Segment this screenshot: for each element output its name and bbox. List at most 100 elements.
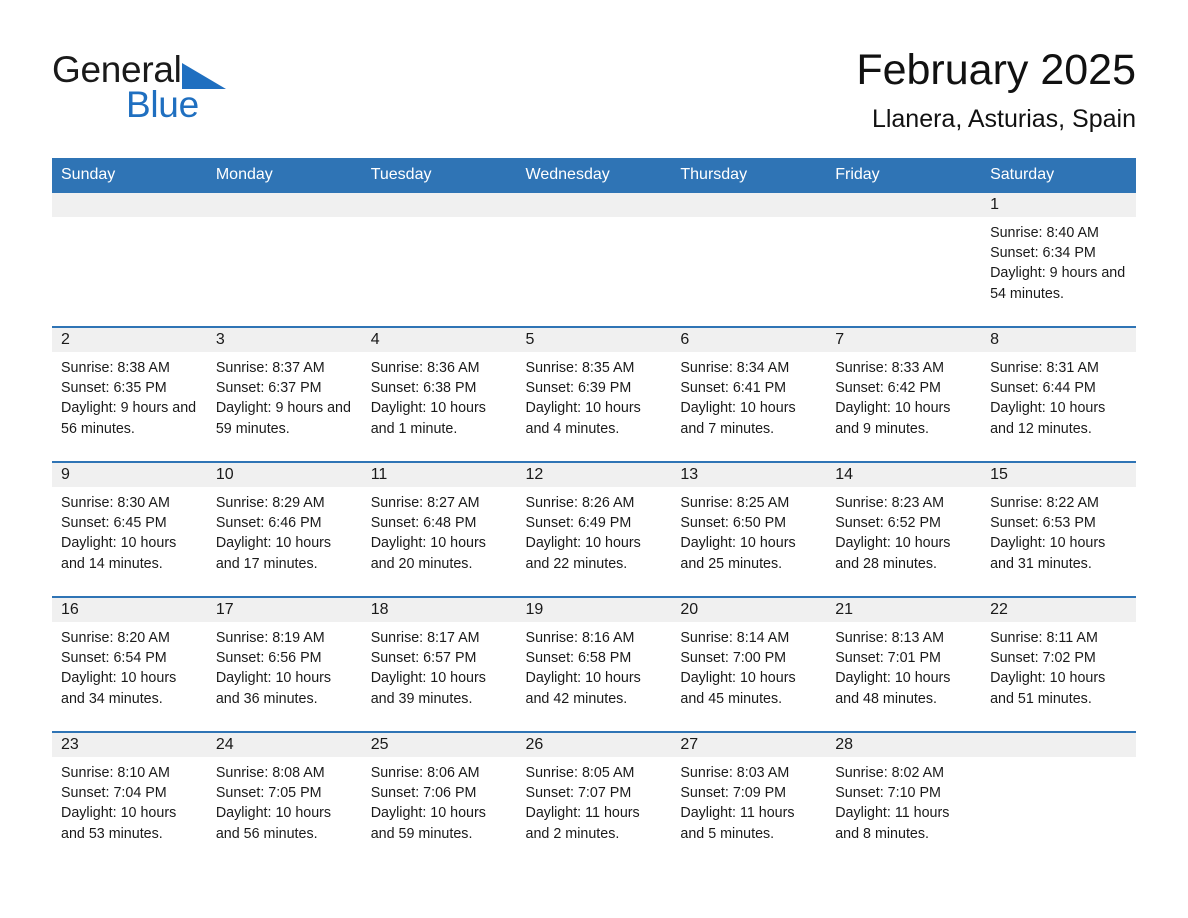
- daylight-duration: Daylight: 11 hours and 2 minutes.: [525, 805, 640, 842]
- sunset-time: Sunset: 7:07 PM: [525, 785, 632, 802]
- day-details: Sunrise: 8:29 AM Sunset: 6:46 PM Daylight:…: [207, 487, 362, 574]
- day-cell[interactable]: 13 Sunrise: 8:25 AM Sunset: 6:50 PM Dayligh…: [671, 463, 827, 596]
- day-cell[interactable]: 9 Sunrise: 8:30 AM Sunset: 6:45 PM Daylight…: [52, 463, 207, 596]
- sunrise-time: Sunrise: 8:06 AM: [370, 765, 480, 781]
- calendar-cell: 7 Sunrise: 8:33 AM Sunset: 6:42 PM Daylight…: [826, 326, 982, 462]
- sunset-time: Sunset: 7:00 PM: [680, 650, 787, 667]
- weekday-header-monday: Monday: [206, 158, 362, 193]
- sunset-time: Sunset: 7:10 PM: [835, 785, 941, 802]
- sunset-time: Sunset: 6:44 PM: [990, 380, 1096, 397]
- day-cell[interactable]: 21 Sunrise: 8:13 AM Sunset: 7:01 PM Dayligh…: [826, 598, 982, 731]
- day-details: Sunrise: 8:23 AM Sunset: 6:52 PM Daylight:…: [826, 487, 981, 574]
- day-cell[interactable]: 23 Sunrise: 8:10 AM Sunset: 7:04 PM Dayligh…: [52, 733, 207, 866]
- sunrise-time: Sunrise: 8:05 AM: [525, 765, 635, 781]
- day-cell[interactable]: 1 Sunrise: 8:40 AM Sunset: 6:34 PM Daylight…: [981, 193, 1136, 326]
- day-cell[interactable]: 26 Sunrise: 8:05 AM Sunset: 7:07 PM Dayligh…: [516, 733, 672, 866]
- weekday-header-thursday: Thursday: [671, 158, 827, 193]
- sunrise-time: Sunrise: 8:11 AM: [990, 630, 1098, 646]
- daylight-duration: Daylight: 10 hours and 59 minutes.: [370, 805, 486, 842]
- sunrise-time: Sunrise: 8:26 AM: [525, 495, 635, 511]
- sunrise-time: Sunrise: 8:25 AM: [680, 495, 790, 511]
- daylight-duration: Daylight: 10 hours and 48 minutes.: [835, 670, 951, 707]
- sunset-time: Sunset: 6:37 PM: [215, 380, 322, 397]
- sunset-time: Sunset: 6:38 PM: [370, 380, 477, 397]
- sunset-time: Sunset: 6:41 PM: [680, 380, 787, 397]
- day-number: [361, 193, 517, 217]
- day-cell[interactable]: 2 Sunrise: 8:38 AM Sunset: 6:35 PM Daylight…: [52, 328, 207, 461]
- day-number: 11: [361, 463, 517, 487]
- daylight-duration: Daylight: 11 hours and 8 minutes.: [835, 805, 950, 842]
- day-cell[interactable]: 3 Sunrise: 8:37 AM Sunset: 6:37 PM Daylight…: [206, 328, 362, 461]
- calendar-week-row: 23 Sunrise: 8:10 AM Sunset: 7:04 PM Dayligh…: [52, 731, 1136, 866]
- calendar-cell: [826, 193, 982, 327]
- sunrise-time: Sunrise: 8:03 AM: [680, 765, 790, 781]
- sunrise-time: Sunrise: 8:31 AM: [990, 360, 1099, 376]
- daylight-duration: Daylight: 10 hours and 34 minutes.: [61, 670, 177, 707]
- day-details: Sunrise: 8:05 AM Sunset: 7:07 PM Daylight:…: [517, 757, 672, 844]
- sunrise-time: Sunrise: 8:14 AM: [680, 630, 790, 646]
- day-details: Sunrise: 8:10 AM Sunset: 7:04 PM Daylight:…: [52, 757, 207, 844]
- day-cell[interactable]: 14 Sunrise: 8:23 AM Sunset: 6:52 PM Dayligh…: [826, 463, 982, 596]
- day-cell[interactable]: 19 Sunrise: 8:16 AM Sunset: 6:58 PM Dayligh…: [516, 598, 672, 731]
- day-cell[interactable]: 22 Sunrise: 8:11 AM Sunset: 7:02 PM Dayligh…: [981, 598, 1136, 731]
- sunrise-time: Sunrise: 8:16 AM: [525, 630, 635, 646]
- day-cell[interactable]: 5 Sunrise: 8:35 AM Sunset: 6:39 PM Daylight…: [516, 328, 672, 461]
- daylight-duration: Daylight: 10 hours and 56 minutes.: [215, 805, 332, 842]
- calendar-cell: 22 Sunrise: 8:11 AM Sunset: 7:02 PM Dayligh…: [981, 596, 1136, 732]
- general-blue-logo[interactable]: General Blue: [52, 50, 312, 130]
- sunset-time: Sunset: 6:57 PM: [370, 650, 477, 667]
- location-subtitle: Llanera, Asturias, Spain: [871, 105, 1136, 133]
- daylight-duration: Daylight: 10 hours and 31 minutes.: [990, 535, 1106, 572]
- calendar-week-row: 1 Sunrise: 8:40 AM Sunset: 6:34 PM Daylight…: [52, 193, 1136, 327]
- sunrise-time: Sunrise: 8:38 AM: [61, 360, 170, 376]
- sunrise-time: Sunrise: 8:30 AM: [61, 495, 170, 511]
- sunrise-time: Sunrise: 8:22 AM: [990, 495, 1099, 511]
- day-cell[interactable]: 8 Sunrise: 8:31 AM Sunset: 6:44 PM Daylight…: [981, 328, 1136, 461]
- day-cell[interactable]: 4 Sunrise: 8:36 AM Sunset: 6:38 PM Daylight…: [361, 328, 517, 461]
- sunset-time: Sunset: 6:56 PM: [215, 650, 322, 667]
- day-number: 19: [516, 598, 672, 622]
- daylight-duration: Daylight: 10 hours and 7 minutes.: [680, 400, 796, 437]
- day-details: Sunrise: 8:22 AM Sunset: 6:53 PM Daylight:…: [981, 487, 1136, 574]
- sunset-time: Sunset: 7:01 PM: [835, 650, 941, 667]
- day-cell[interactable]: 6 Sunrise: 8:34 AM Sunset: 6:41 PM Daylight…: [671, 328, 827, 461]
- sunset-time: Sunset: 6:46 PM: [215, 515, 322, 532]
- day-details: Sunrise: 8:34 AM Sunset: 6:41 PM Daylight:…: [671, 352, 826, 439]
- day-details: Sunrise: 8:31 AM Sunset: 6:44 PM Daylight:…: [981, 352, 1136, 439]
- calendar-cell: 11 Sunrise: 8:27 AM Sunset: 6:48 PM Dayligh…: [361, 461, 517, 597]
- title-block: February 2025 Llanera, Asturias, Spain: [856, 44, 1136, 136]
- day-cell[interactable]: 7 Sunrise: 8:33 AM Sunset: 6:42 PM Daylight…: [826, 328, 982, 461]
- day-number: 14: [826, 463, 982, 487]
- sunset-time: Sunset: 6:48 PM: [370, 515, 477, 532]
- day-cell[interactable]: 18 Sunrise: 8:17 AM Sunset: 6:57 PM Dayligh…: [361, 598, 517, 731]
- day-cell[interactable]: 20 Sunrise: 8:14 AM Sunset: 7:00 PM Dayligh…: [671, 598, 827, 731]
- day-cell[interactable]: 24 Sunrise: 8:08 AM Sunset: 7:05 PM Dayligh…: [206, 733, 362, 866]
- day-cell[interactable]: 28 Sunrise: 8:02 AM Sunset: 7:10 PM Dayligh…: [826, 733, 982, 866]
- calendar-cell: [516, 193, 672, 327]
- calendar-body: 1 Sunrise: 8:40 AM Sunset: 6:34 PM Daylight…: [52, 193, 1136, 866]
- day-cell[interactable]: 15 Sunrise: 8:22 AM Sunset: 6:53 PM Dayligh…: [981, 463, 1136, 596]
- daylight-duration: Daylight: 10 hours and 12 minutes.: [990, 400, 1106, 437]
- day-number: 25: [361, 733, 517, 757]
- day-cell[interactable]: 16 Sunrise: 8:20 AM Sunset: 6:54 PM Dayligh…: [52, 598, 207, 731]
- weekday-header-friday: Friday: [826, 158, 982, 193]
- day-number: 12: [516, 463, 672, 487]
- day-details: Sunrise: 8:20 AM Sunset: 6:54 PM Daylight:…: [52, 622, 207, 709]
- day-cell[interactable]: 12 Sunrise: 8:26 AM Sunset: 6:49 PM Dayligh…: [516, 463, 672, 596]
- daylight-duration: Daylight: 10 hours and 39 minutes.: [370, 670, 486, 707]
- day-cell[interactable]: 25 Sunrise: 8:06 AM Sunset: 7:06 PM Dayligh…: [361, 733, 517, 866]
- sunset-time: Sunset: 6:34 PM: [990, 245, 1096, 262]
- sunset-time: Sunset: 7:06 PM: [370, 785, 477, 802]
- day-number: 10: [206, 463, 362, 487]
- day-details: Sunrise: 8:03 AM Sunset: 7:09 PM Daylight:…: [671, 757, 826, 844]
- empty-day-cell: [361, 193, 517, 326]
- sunrise-time: Sunrise: 8:33 AM: [835, 360, 945, 376]
- day-cell[interactable]: 10 Sunrise: 8:29 AM Sunset: 6:46 PM Dayligh…: [206, 463, 362, 596]
- day-cell[interactable]: 11 Sunrise: 8:27 AM Sunset: 6:48 PM Dayligh…: [361, 463, 517, 596]
- day-cell[interactable]: 17 Sunrise: 8:19 AM Sunset: 6:56 PM Dayligh…: [206, 598, 362, 731]
- day-details: Sunrise: 8:36 AM Sunset: 6:38 PM Daylight:…: [362, 352, 517, 439]
- day-number: 23: [52, 733, 207, 757]
- day-number: 24: [206, 733, 362, 757]
- day-cell[interactable]: 27 Sunrise: 8:03 AM Sunset: 7:09 PM Dayligh…: [671, 733, 827, 866]
- sunrise-time: Sunrise: 8:40 AM: [990, 225, 1099, 241]
